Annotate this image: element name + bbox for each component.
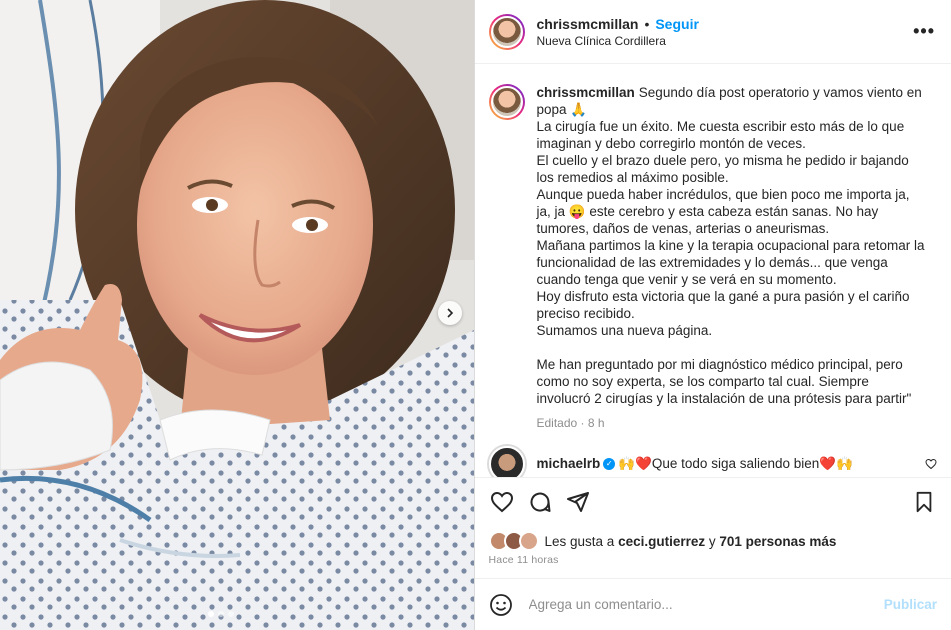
profile-avatar[interactable] [488,13,525,50]
follow-button[interactable]: Seguir [655,16,699,32]
carousel-dot [208,611,214,617]
liker-avatar [518,531,539,551]
caption-line: Hoy disfruto esta victoria que la gané a… [536,289,910,321]
comment-text: 🙌❤️Que todo siga saliendo bien❤️🙌 [618,456,853,471]
avatar-image [490,15,523,48]
comment-like-heart-icon[interactable] [925,458,937,470]
commenter-username[interactable]: michaelrb [537,456,601,471]
liker-avatars [488,531,539,551]
caption-line: Sumamos una nueva página. [536,323,713,338]
post-header: chrissmcmillan • Seguir Nueva Clínica Co… [474,0,951,64]
separator-dot: • [644,15,650,32]
post-location[interactable]: Nueva Clínica Cordillera [537,34,914,48]
caption-line: Aunque pueda haber incrédulos, que bien … [536,187,910,236]
likes-summary: Les gusta a ceci.gutierrez y 701 persona… [475,525,951,551]
photo-illustration [0,0,474,630]
bookmark-icon [916,491,932,512]
caption-line: Me han preguntado por mi diagnóstico méd… [536,357,912,406]
avatar-image [490,86,523,118]
instagram-post: chrissmcmillan • Seguir Nueva Clínica Co… [0,0,951,630]
save-button[interactable] [909,487,939,517]
comment-input[interactable] [526,596,884,613]
caption-username[interactable]: chrissmcmillan [537,85,635,100]
share-button[interactable] [563,487,593,517]
caption: chrissmcmillan Segundo día post operatori… [488,84,938,432]
caption-avatar[interactable] [488,84,525,120]
edited-timestamp: Editado · 8 h [536,416,605,430]
likes-prefix: Les gusta a [544,533,619,549]
post-username[interactable]: chrissmcmillan [537,16,639,32]
paper-plane-icon [566,491,589,512]
action-bar [474,477,951,525]
likes-user-link[interactable]: ceci.gutierrez [618,534,705,549]
comment-item: michaelrb ✓ 🙌❤️Que todo siga saliendo bien… [488,446,938,477]
caption-line: La cirugía fue un éxito. Me cuesta escri… [536,119,905,151]
emoji-smile-icon[interactable] [489,593,513,617]
chevron-right-icon [447,308,454,318]
comment-button[interactable] [525,487,555,517]
caption-line: Mañana partimos la kine y la terapia ocu… [536,238,925,287]
carousel-next-button[interactable] [438,301,462,325]
more-options-icon[interactable]: ••• [913,21,935,42]
add-comment-bar: Publicar [474,578,951,630]
post-timestamp: Hace 11 horas [488,554,559,566]
verified-badge-icon: ✓ [603,458,616,471]
like-button[interactable] [487,487,517,517]
commenter-avatar[interactable] [488,446,525,477]
carousel-indicator [208,611,234,617]
comment-bubble-icon [530,492,550,512]
likes-middle: y [705,533,720,549]
carousel-dot [218,611,224,617]
likes-count-link[interactable]: 701 personas más [719,534,836,549]
heart-icon [490,491,513,512]
comments-area: chrissmcmillan Segundo día post operatori… [475,64,951,477]
post-side-panel: chrissmcmillan • Seguir Nueva Clínica Co… [473,0,951,630]
carousel-dot [228,611,234,617]
caption-line: El cuello y el brazo duele pero, yo mism… [536,153,909,185]
publish-button[interactable]: Publicar [884,597,937,612]
post-photo[interactable] [0,0,474,630]
